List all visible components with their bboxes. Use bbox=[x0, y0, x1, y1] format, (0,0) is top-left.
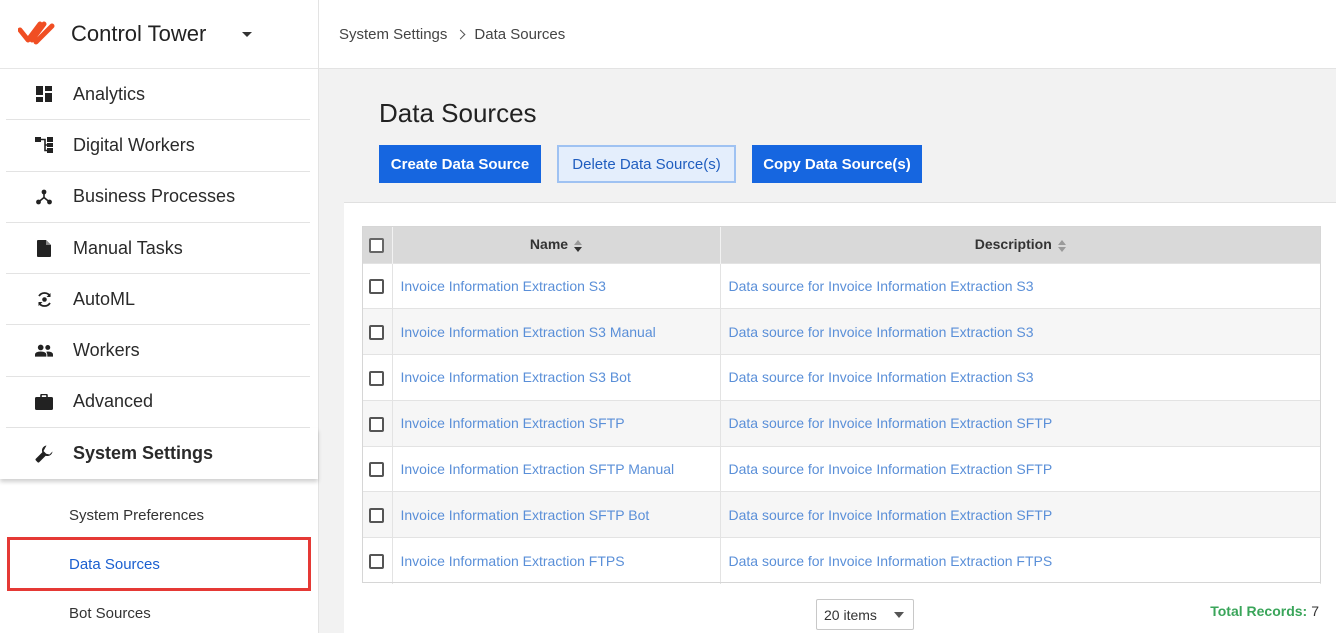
data-source-description[interactable]: Data source for Invoice Information Extr… bbox=[720, 354, 1321, 401]
data-source-name-link[interactable]: Invoice Information Extraction S3 bbox=[392, 262, 721, 309]
table-row: Invoice Information Extraction S3 Manual… bbox=[362, 308, 1321, 355]
column-label: Name bbox=[529, 236, 569, 253]
briefcase-icon bbox=[35, 393, 53, 411]
row-select-cell bbox=[362, 399, 393, 447]
page-size-value: 20 items bbox=[824, 606, 877, 623]
delete-data-sources-button[interactable]: Delete Data Source(s) bbox=[557, 145, 736, 183]
nav-label: Business Processes bbox=[73, 186, 236, 207]
data-source-description[interactable]: Data source for Invoice Information Extr… bbox=[720, 537, 1321, 584]
chevron-right-icon bbox=[455, 29, 466, 39]
process-icon bbox=[35, 188, 53, 206]
breadcrumb-parent[interactable]: System Settings bbox=[339, 26, 447, 43]
dashboard-icon bbox=[35, 85, 53, 103]
subnav-item-system-preferences[interactable]: System Preferences bbox=[0, 493, 318, 537]
row-checkbox[interactable] bbox=[369, 325, 385, 341]
row-select-cell bbox=[362, 537, 393, 584]
column-header-name[interactable]: Name bbox=[392, 226, 721, 263]
document-icon bbox=[35, 239, 53, 257]
chevron-down-icon[interactable] bbox=[242, 31, 253, 37]
table-header-row: Name Description bbox=[362, 226, 1321, 263]
total-records: Total Records: 7 bbox=[1210, 603, 1319, 619]
create-data-source-button[interactable]: Create Data Source bbox=[379, 145, 541, 183]
row-checkbox[interactable] bbox=[369, 416, 385, 432]
row-select-cell bbox=[362, 445, 393, 492]
nav-item-manual-tasks[interactable]: Manual Tasks bbox=[6, 223, 310, 275]
nav-item-automl[interactable]: AutoML bbox=[6, 274, 310, 326]
row-checkbox[interactable] bbox=[369, 508, 385, 524]
system-settings-subnav: System Preferences Data Sources Bot Sour… bbox=[0, 479, 318, 633]
table-row: Invoice Information Extraction FTPS Data… bbox=[362, 537, 1321, 584]
nav-item-advanced[interactable]: Advanced bbox=[6, 377, 310, 429]
automl-icon bbox=[35, 290, 53, 308]
row-select-cell bbox=[362, 262, 393, 309]
data-source-name-link[interactable]: Invoice Information Extraction S3 Manual bbox=[392, 308, 721, 355]
table-row: Invoice Information Extraction S3 Data s… bbox=[362, 262, 1321, 309]
people-icon bbox=[35, 342, 53, 360]
row-select-cell bbox=[362, 491, 393, 538]
data-source-description[interactable]: Data source for Invoice Information Extr… bbox=[720, 262, 1321, 309]
row-select-cell bbox=[362, 308, 393, 355]
nav-item-digital-workers[interactable]: Digital Workers bbox=[6, 120, 310, 172]
table-row: Invoice Information Extraction SFTP Bot … bbox=[362, 491, 1321, 538]
data-source-name-link[interactable]: Invoice Information Extraction S3 Bot bbox=[392, 354, 721, 401]
nav-label: Manual Tasks bbox=[73, 237, 183, 258]
nav-label: Analytics bbox=[73, 83, 146, 104]
nav-item-business-processes[interactable]: Business Processes bbox=[6, 172, 310, 223]
main-nav: Analytics Digital Workers Business Proce… bbox=[0, 69, 318, 480]
row-select-cell bbox=[362, 354, 393, 401]
table-row: Invoice Information Extraction SFTP Manu… bbox=[362, 445, 1321, 492]
data-sources-panel: Name Description Invoice Information Ext… bbox=[344, 202, 1336, 633]
page-size-select[interactable]: 20 items bbox=[816, 599, 914, 630]
data-source-description[interactable]: Data source for Invoice Information Extr… bbox=[720, 445, 1321, 492]
copy-data-sources-button[interactable]: Copy Data Source(s) bbox=[752, 145, 922, 183]
total-records-label: Total Records: bbox=[1210, 603, 1308, 619]
breadcrumb: System Settings Data Sources bbox=[319, 0, 1336, 69]
select-all-cell bbox=[362, 226, 393, 263]
nav-label: Advanced bbox=[73, 391, 154, 412]
nav-item-system-settings[interactable]: System Settings bbox=[0, 428, 318, 480]
data-source-name-link[interactable]: Invoice Information Extraction SFTP Bot bbox=[392, 491, 721, 538]
row-checkbox[interactable] bbox=[369, 554, 385, 570]
nav-label: System Settings bbox=[73, 443, 214, 464]
data-sources-table: Name Description Invoice Information Ext… bbox=[362, 226, 1321, 584]
nav-item-analytics[interactable]: Analytics bbox=[6, 69, 310, 121]
row-checkbox[interactable] bbox=[369, 370, 385, 386]
table-row: Invoice Information Extraction SFTP Data… bbox=[362, 399, 1321, 447]
app-title: Control Tower bbox=[71, 21, 207, 46]
nav-label: Workers bbox=[73, 340, 140, 361]
wrench-icon bbox=[35, 445, 53, 463]
subnav-item-data-sources[interactable]: Data Sources bbox=[7, 537, 311, 592]
brand-header[interactable]: Control Tower bbox=[0, 0, 318, 69]
main-content: Data Sources Create Data Source Delete D… bbox=[319, 69, 1336, 633]
sort-icon[interactable] bbox=[1057, 239, 1066, 252]
row-checkbox[interactable] bbox=[369, 462, 385, 478]
nav-item-workers[interactable]: Workers bbox=[6, 325, 310, 377]
data-source-description[interactable]: Data source for Invoice Information Extr… bbox=[720, 308, 1321, 355]
hierarchy-icon bbox=[35, 136, 53, 154]
caret-down-icon bbox=[894, 612, 904, 618]
sidebar: Control Tower Analytics Digital Workers … bbox=[0, 0, 319, 633]
data-source-description[interactable]: Data source for Invoice Information Extr… bbox=[720, 491, 1321, 538]
data-source-name-link[interactable]: Invoice Information Extraction SFTP Manu… bbox=[392, 445, 721, 492]
select-all-checkbox[interactable] bbox=[369, 237, 385, 253]
data-source-description[interactable]: Data source for Invoice Information Extr… bbox=[720, 399, 1321, 447]
sort-icon[interactable] bbox=[574, 239, 583, 252]
nav-label: Digital Workers bbox=[73, 134, 195, 155]
column-label: Description bbox=[974, 236, 1052, 253]
total-records-value: 7 bbox=[1311, 603, 1319, 619]
row-checkbox[interactable] bbox=[369, 279, 385, 295]
subnav-item-bot-sources[interactable]: Bot Sources bbox=[0, 591, 318, 633]
data-source-name-link[interactable]: Invoice Information Extraction SFTP bbox=[392, 399, 721, 447]
data-source-name-link[interactable]: Invoice Information Extraction FTPS bbox=[392, 537, 721, 584]
column-header-description[interactable]: Description bbox=[720, 226, 1321, 263]
control-tower-logo bbox=[18, 21, 55, 45]
nav-label: AutoML bbox=[73, 288, 136, 309]
table-row: Invoice Information Extraction S3 Bot Da… bbox=[362, 354, 1321, 401]
breadcrumb-current: Data Sources bbox=[474, 25, 566, 43]
page-title: Data Sources bbox=[379, 98, 537, 128]
page-header: Data Sources Create Data Source Delete D… bbox=[344, 81, 1336, 202]
